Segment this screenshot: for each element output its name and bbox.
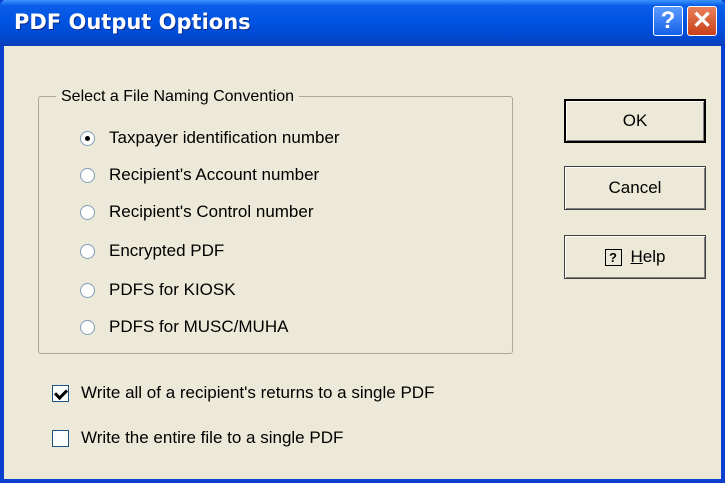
radio-taxpayer-id[interactable]: Taxpayer identification number [80, 125, 340, 151]
radio-button[interactable] [80, 130, 95, 146]
help-mnemonic: H [630, 247, 643, 266]
checkbox-entire-file-single-pdf[interactable]: Write the entire file to a single PDF [52, 425, 343, 451]
radio-pdfs-kiosk[interactable]: PDFS for KIOSK [80, 277, 236, 303]
close-button[interactable]: ✕ [687, 6, 717, 36]
checkbox-recipient-single-pdf[interactable]: Write all of a recipient's returns to a … [52, 380, 434, 406]
cancel-button[interactable]: Cancel [564, 166, 706, 210]
radio-label: Encrypted PDF [109, 241, 225, 260]
radio-button[interactable] [80, 243, 95, 259]
radio-button[interactable] [80, 319, 95, 335]
close-icon: ✕ [691, 7, 713, 34]
help-icon: ? [604, 248, 622, 266]
radio-account-number[interactable]: Recipient's Account number [80, 162, 319, 188]
help-button[interactable]: ? Help [564, 235, 706, 279]
checkbox[interactable] [52, 429, 69, 447]
question-mark-icon: ? [660, 7, 676, 34]
dialog-title: PDF Output Options [14, 10, 251, 34]
cancel-button-label: Cancel [608, 178, 662, 197]
radio-button[interactable] [80, 204, 95, 220]
radio-label: Taxpayer identification number [109, 128, 340, 147]
radio-encrypted-pdf[interactable]: Encrypted PDF [80, 238, 224, 264]
radio-label: PDFS for KIOSK [109, 280, 236, 299]
help-title-button[interactable]: ? [653, 6, 683, 36]
radio-pdfs-musc-muha[interactable]: PDFS for MUSC/MUHA [80, 314, 288, 340]
radio-button[interactable] [80, 167, 95, 183]
radio-button[interactable] [80, 282, 95, 298]
radio-label: Recipient's Account number [109, 165, 320, 184]
ok-button-label: OK [622, 111, 648, 130]
group-legend: Select a File Naming Convention [56, 88, 300, 106]
title-bar[interactable]: PDF Output Options ? ✕ [0, 0, 725, 46]
radio-label: PDFS for MUSC/MUHA [109, 317, 289, 336]
help-label-rest: elp [642, 247, 666, 266]
ok-button[interactable]: OK [564, 99, 706, 143]
checkbox[interactable] [52, 384, 69, 402]
radio-label: Recipient's Control number [109, 202, 314, 221]
help-button-label: Help [631, 247, 666, 267]
checkbox-label: Write the entire file to a single PDF [81, 428, 344, 447]
pdf-output-options-dialog: PDF Output Options ? ✕ Select a File Nam… [0, 0, 725, 483]
radio-control-number[interactable]: Recipient's Control number [80, 199, 314, 225]
checkbox-label: Write all of a recipient's returns to a … [81, 383, 435, 402]
